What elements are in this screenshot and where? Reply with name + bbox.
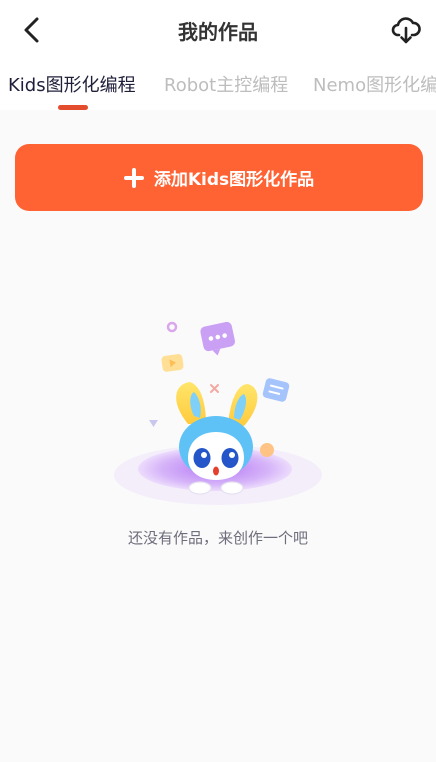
cloud-download-icon — [391, 17, 421, 44]
tab-robot-programming[interactable]: Robot主控编程 — [164, 71, 288, 97]
tab-bar: Kids图形化编程 Robot主控编程 Nemo图形化编程 — [0, 58, 436, 110]
cloud-download-button[interactable] — [388, 12, 424, 48]
mascot-in-portal-illustration — [114, 321, 322, 505]
tab-kids-programming[interactable]: Kids图形化编程 — [8, 71, 136, 97]
add-work-button[interactable]: 添加Kids图形化作品 — [15, 144, 423, 211]
empty-state-message: 还没有作品，来创作一个吧 — [127, 529, 308, 547]
page-title: 我的作品 — [178, 20, 258, 44]
plus-icon — [123, 167, 144, 188]
tab-nemo-programming[interactable]: Nemo图形化编程 — [313, 71, 436, 97]
active-tab-indicator — [58, 105, 88, 110]
top-bar: 我的作品 — [0, 0, 436, 58]
add-work-label: 添加Kids图形化作品 — [153, 170, 315, 190]
